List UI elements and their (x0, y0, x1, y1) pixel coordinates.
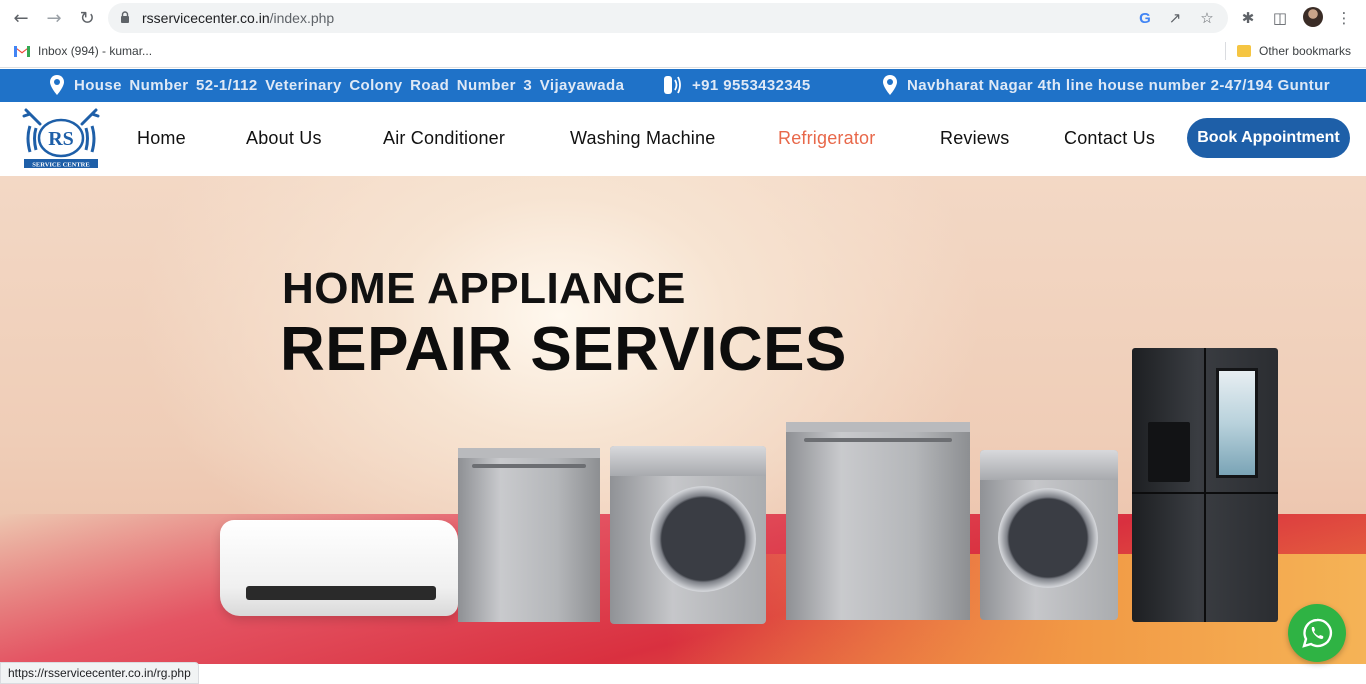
nav-reviews[interactable]: Reviews (940, 128, 1009, 149)
bookmark-star-icon[interactable]: ☆ (1198, 9, 1216, 27)
logo-subtext: SERVICE CENTRE (32, 162, 89, 169)
phone-icon (664, 76, 681, 94)
nav-air-conditioner[interactable]: Air Conditioner (383, 128, 505, 149)
profile-avatar[interactable] (1303, 7, 1323, 27)
phone-number[interactable]: +91 9553432345 (660, 75, 811, 95)
dishwasher-image (458, 448, 600, 622)
address-text: House Number 52-1/112 Veterinary Colony … (74, 76, 625, 94)
address-guntur[interactable]: Navbharat Nagar 4th line house number 2-… (883, 75, 1330, 95)
nav-contact-us[interactable]: Contact Us (1064, 128, 1155, 149)
nav-about-us[interactable]: About Us (246, 128, 322, 149)
menu-icon[interactable]: ⋮ (1333, 7, 1355, 29)
nav-refrigerator[interactable]: Refrigerator (778, 128, 875, 149)
forward-icon[interactable]: → (42, 6, 66, 30)
bookmark-other[interactable]: Other bookmarks (1237, 44, 1351, 58)
browser-toolbar: ← → ↻ rsservicecenter.co.in/index.php G … (0, 0, 1366, 36)
bookmark-label: Other bookmarks (1259, 44, 1352, 58)
back-icon[interactable]: ← (9, 6, 33, 30)
url-path: /index.php (269, 10, 335, 26)
bookmark-label: Inbox (994) - kumar... (38, 44, 153, 58)
ac-vent (246, 586, 436, 600)
washer-door (650, 486, 756, 592)
lock-icon[interactable] (120, 11, 130, 23)
folder-icon (1237, 45, 1251, 57)
status-bar-url: https://rsservicecenter.co.in/rg.php (0, 662, 199, 684)
book-appointment-button[interactable]: Book Appointment (1187, 118, 1350, 158)
address-vijayawada[interactable]: House Number 52-1/112 Veterinary Colony … (50, 75, 624, 95)
reload-icon[interactable]: ↻ (75, 6, 99, 30)
location-pin-icon (883, 75, 897, 95)
contact-topbar: House Number 52-1/112 Veterinary Colony … (0, 69, 1366, 102)
hero-heading-line2: REPAIR SERVICES (280, 315, 847, 384)
whatsapp-icon (1302, 618, 1333, 648)
nav-home[interactable]: Home (137, 128, 186, 149)
washer-door (998, 488, 1098, 588)
phone-text: +91 9553432345 (692, 76, 811, 94)
address-text: Navbharat Nagar 4th line house number 2-… (907, 76, 1330, 94)
side-panel-icon[interactable]: ◫ (1269, 7, 1291, 29)
location-pin-icon (50, 75, 64, 95)
washer-panel (980, 450, 1118, 480)
fridge-door-split (1204, 348, 1206, 622)
hero-banner: HOME APPLIANCE REPAIR SERVICES (0, 176, 1366, 664)
fridge-dispenser (1148, 422, 1190, 482)
hero-heading-line1: HOME APPLIANCE (282, 264, 686, 313)
fridge-window (1216, 368, 1258, 478)
gmail-icon (14, 46, 30, 57)
nav-washing-machine[interactable]: Washing Machine (570, 128, 715, 149)
extensions-icon[interactable]: ✱ (1237, 7, 1259, 29)
main-navigation: RS SERVICE CENTRE Home About Us Air Cond… (0, 102, 1366, 176)
bookmarks-bar: Inbox (994) - kumar... Other bookmarks (0, 36, 1366, 68)
washing-machine-image (610, 446, 766, 624)
bookmark-gmail[interactable]: Inbox (994) - kumar... (14, 44, 152, 58)
washer-panel (610, 446, 766, 476)
washing-machine-image (980, 450, 1118, 620)
dishwasher-handle (804, 438, 952, 442)
air-conditioner-image (220, 520, 458, 616)
dishwasher-handle (472, 464, 586, 468)
google-lens-icon[interactable]: G (1136, 9, 1154, 27)
address-bar[interactable]: rsservicecenter.co.in/index.php G ↗ ☆ (108, 3, 1228, 33)
refrigerator-image (1132, 348, 1278, 622)
dishwasher-image (786, 422, 970, 620)
url-domain: rsservicecenter.co.in (142, 10, 270, 26)
logo-text: RS (48, 128, 74, 150)
fridge-drawer-split (1132, 492, 1278, 494)
whatsapp-button[interactable] (1288, 604, 1346, 662)
rs-service-centre-logo[interactable]: RS SERVICE CENTRE (22, 108, 100, 170)
url-text[interactable]: rsservicecenter.co.in/index.php (142, 10, 334, 26)
bookmark-separator (1225, 42, 1226, 60)
share-icon[interactable]: ↗ (1166, 9, 1184, 27)
